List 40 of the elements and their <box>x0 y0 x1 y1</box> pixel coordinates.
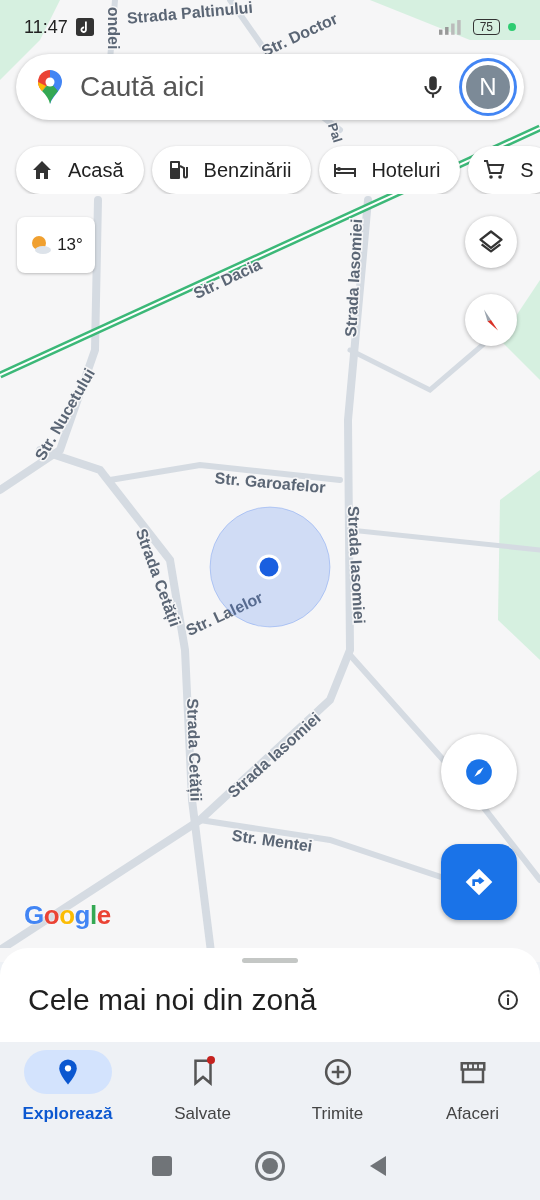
weather-badge[interactable]: 13° <box>17 217 95 273</box>
street-label: Pal <box>324 121 346 145</box>
location-dot <box>256 554 282 580</box>
search-field[interactable]: Caută aici N <box>16 54 524 120</box>
nav-tab[interactable]: Explorează <box>0 1050 135 1152</box>
street-label: Strada Paltinului <box>126 0 254 27</box>
drag-handle[interactable] <box>242 958 298 963</box>
google-logo: Google <box>24 900 111 931</box>
directions-button[interactable] <box>441 844 517 920</box>
partly-cloudy-icon <box>29 233 54 257</box>
info-icon[interactable] <box>496 988 520 1012</box>
back-button[interactable] <box>368 1154 388 1178</box>
street-label: Str. Garoafelor <box>214 469 327 497</box>
street-label: Str. Dacia <box>190 255 265 302</box>
category-chip[interactable]: Acasă <box>16 146 144 194</box>
category-chip[interactable]: Benzinării <box>151 146 312 194</box>
category-chip[interactable]: Hoteluri <box>319 146 461 194</box>
my-location-button[interactable] <box>441 734 517 810</box>
directions-icon <box>463 866 495 898</box>
status-time: 11:47 <box>24 16 68 38</box>
maps-pin-icon <box>38 70 62 104</box>
privacy-dot-icon <box>508 23 516 31</box>
street-label: Str. Mentei <box>230 826 314 855</box>
account-avatar[interactable]: N <box>462 61 514 113</box>
battery-indicator: 75 <box>472 19 500 35</box>
app-notification-icon <box>75 18 94 36</box>
street-label: Strada Cetății <box>183 698 205 802</box>
street-label: ondei <box>104 6 122 50</box>
nav-tab[interactable]: Afaceri <box>405 1050 540 1152</box>
street-label: Strada Iasomiei <box>342 218 366 338</box>
nav-tab[interactable]: Salvate <box>135 1050 270 1152</box>
category-chip[interactable]: S <box>468 146 540 194</box>
compass-icon <box>465 758 493 786</box>
layers-button[interactable] <box>465 216 517 268</box>
sheet-title: Cele mai noi din zonă <box>28 983 318 1017</box>
street-label: Strada Cetății <box>132 526 184 629</box>
street-label: Strada Iasomiei <box>344 505 368 625</box>
add-circle-icon <box>322 1057 353 1087</box>
shopping-cart-icon <box>482 158 507 182</box>
nav-tab[interactable]: Trimite <box>270 1050 405 1152</box>
